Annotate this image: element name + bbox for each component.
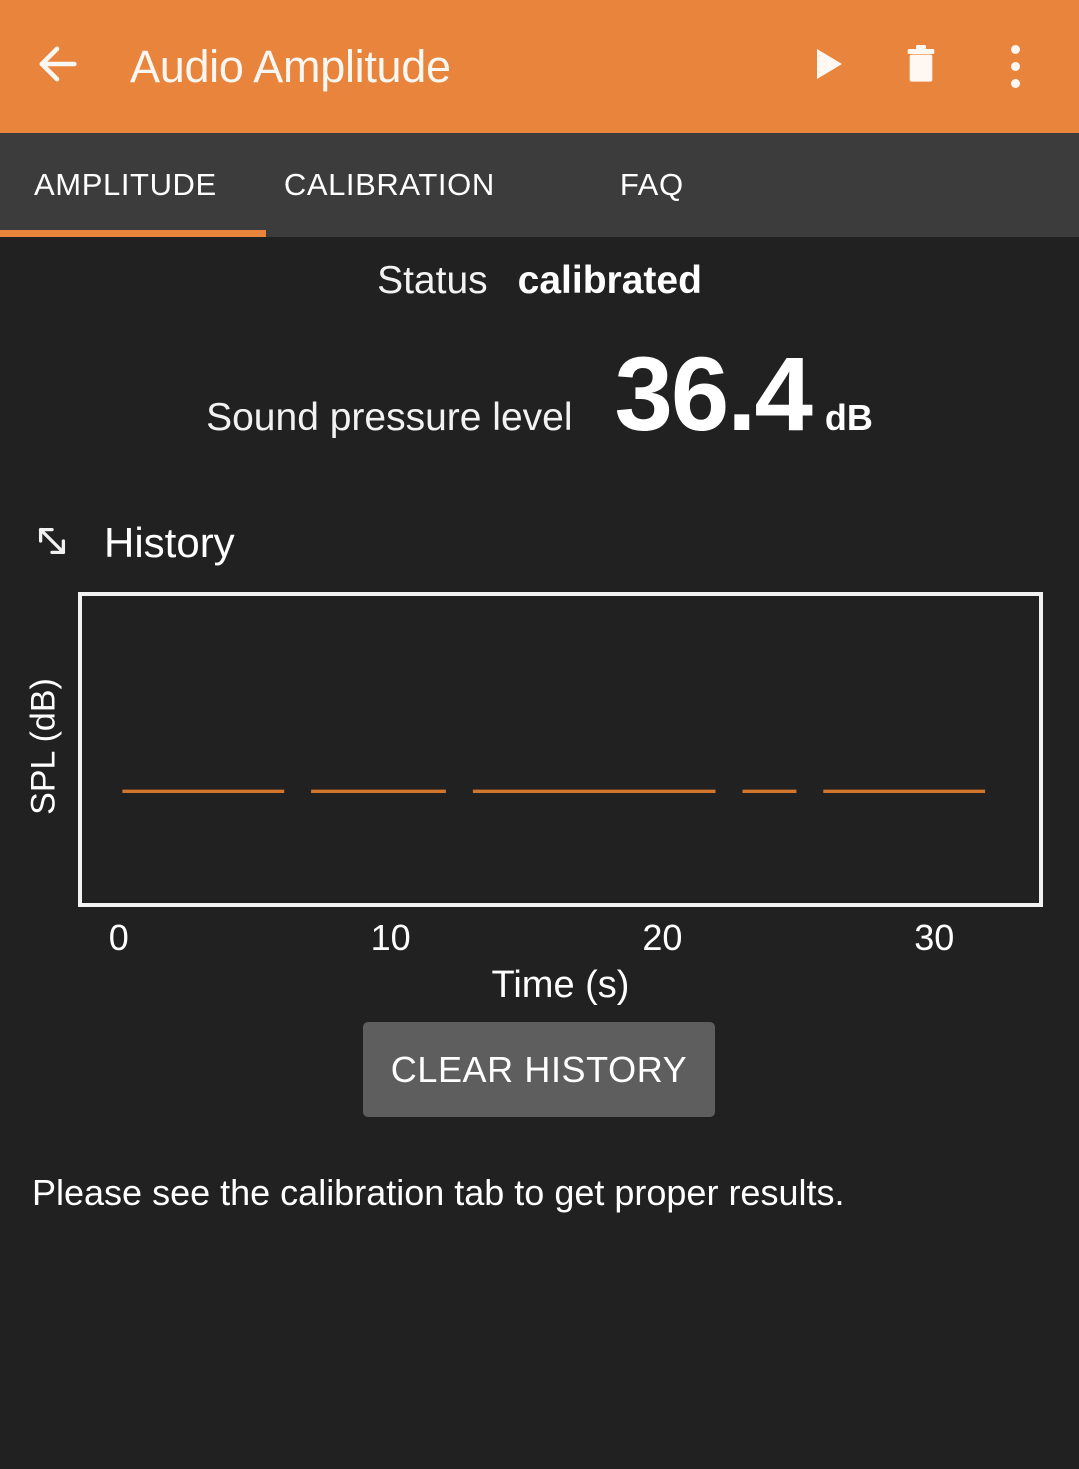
history-chart[interactable]: SPL (dB) 0 10 20 30 Time (s) <box>0 592 1079 1006</box>
overflow-menu-icon <box>1010 45 1020 88</box>
tab-amplitude-label: AMPLITUDE <box>34 167 217 202</box>
chart-line-series <box>82 596 1039 903</box>
overflow-menu-button[interactable] <box>989 41 1041 93</box>
arrow-left-icon <box>31 38 83 95</box>
tab-calibration-label: CALIBRATION <box>283 167 495 202</box>
chart-x-axis-label: Time (s) <box>491 964 630 1006</box>
play-icon <box>807 42 847 91</box>
chart-x-tick: 20 <box>642 917 683 958</box>
tab-faq[interactable]: FAQ <box>528 133 776 237</box>
tab-selected-indicator <box>0 230 266 237</box>
history-title: History <box>104 519 235 566</box>
sound-pressure-level-row: Sound pressure level 36.4 dB <box>0 342 1079 447</box>
delete-icon <box>901 40 941 93</box>
spl-value: 36.4 <box>614 336 813 453</box>
back-button[interactable] <box>26 36 88 98</box>
app-bar: Audio Amplitude <box>0 0 1079 133</box>
chart-x-tick: 30 <box>914 917 955 958</box>
status-label: Status <box>377 259 488 302</box>
delete-button[interactable] <box>895 41 947 93</box>
status-row: Status calibrated <box>0 259 1079 303</box>
amplitude-panel: Status calibrated Sound pressure level 3… <box>0 237 1079 1469</box>
chart-x-axis-ticks: 0 10 20 30 <box>78 917 1043 963</box>
calibration-note: Please see the calibration tab to get pr… <box>32 1172 845 1213</box>
status-badge: calibrated <box>517 259 702 302</box>
history-header: History <box>28 519 235 567</box>
play-button[interactable] <box>801 41 853 93</box>
tab-bar: AMPLITUDE CALIBRATION FAQ <box>0 133 1079 237</box>
chart-plot-area <box>78 592 1043 907</box>
expand-diagonal-icon <box>31 520 73 567</box>
tab-amplitude[interactable]: AMPLITUDE <box>0 133 251 237</box>
chart-x-tick: 10 <box>370 917 411 958</box>
chart-x-tick: 0 <box>108 917 129 958</box>
tab-faq-label: FAQ <box>619 167 684 202</box>
expand-chart-button[interactable] <box>28 519 76 567</box>
tab-calibration[interactable]: CALIBRATION <box>251 133 528 237</box>
clear-history-button[interactable]: CLEAR HISTORY <box>363 1022 715 1117</box>
spl-unit: dB <box>824 397 873 438</box>
appbar-actions <box>801 41 1053 93</box>
spl-label: Sound pressure level <box>206 396 573 439</box>
chart-y-axis-label: SPL (dB) <box>24 678 63 815</box>
app-title: Audio Amplitude <box>130 40 451 92</box>
